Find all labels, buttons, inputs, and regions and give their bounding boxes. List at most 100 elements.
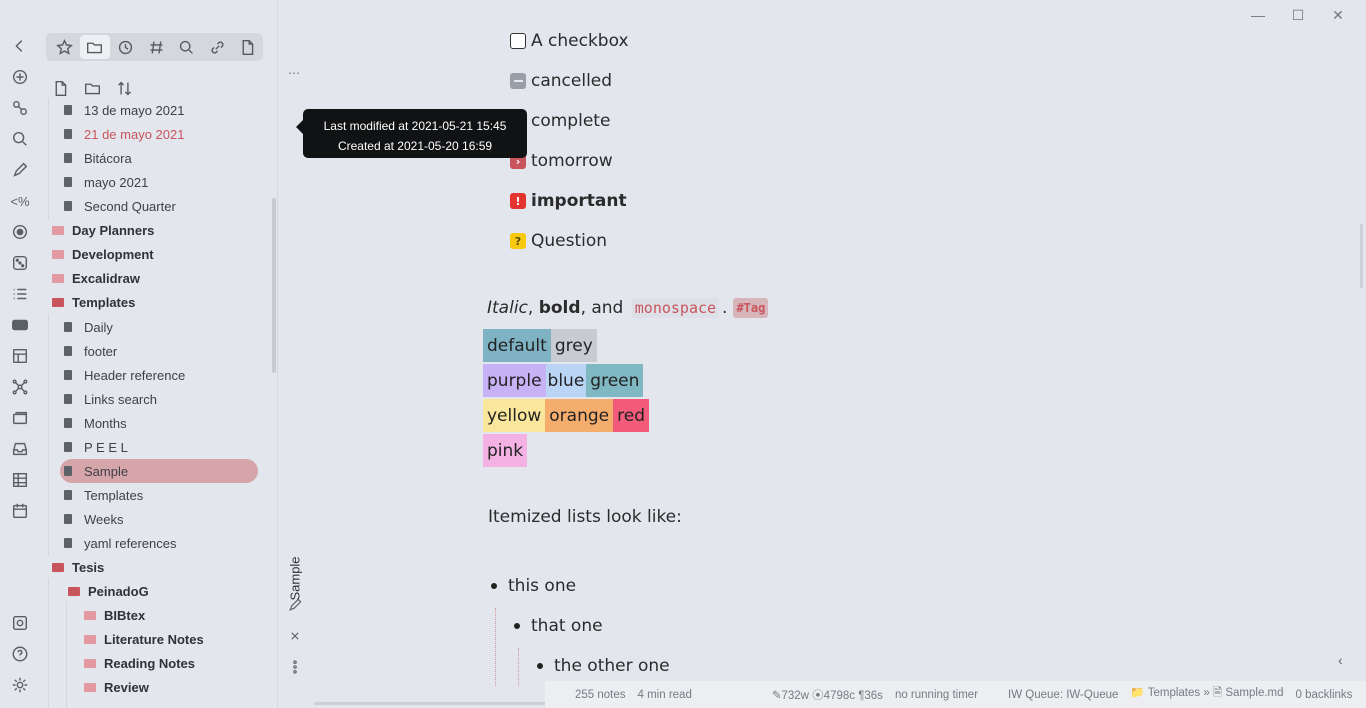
cards-icon[interactable] [10, 408, 30, 428]
task-item: ? Question [510, 229, 607, 253]
settings-icon[interactable] [10, 675, 30, 695]
highlight-green: green [586, 364, 644, 397]
file-icon [64, 346, 72, 356]
tree-item-folder[interactable]: BIBtex [84, 603, 145, 627]
tree-item-file[interactable]: Months [64, 411, 127, 435]
tree-item-folder[interactable]: Review [84, 675, 149, 699]
edit-icon[interactable] [286, 596, 304, 614]
highlight-pink: pink [483, 434, 528, 467]
close-button[interactable]: ✕ [1318, 4, 1358, 26]
tree-item-file[interactable]: P E E L [64, 435, 128, 459]
tags-tab-icon[interactable] [141, 35, 172, 59]
outline-tab-icon[interactable] [232, 35, 263, 59]
links-tab-icon[interactable] [202, 35, 233, 59]
template-icon[interactable]: <% [10, 191, 30, 211]
table-icon[interactable] [10, 470, 30, 490]
indent-guide [495, 608, 496, 686]
files-tab-icon[interactable] [79, 35, 111, 59]
tree-item-file[interactable]: Header reference [64, 363, 185, 387]
tree-item-folder[interactable]: PeinadoG [68, 579, 149, 603]
bold-text: bold [538, 298, 581, 318]
recent-tab-icon[interactable] [110, 35, 141, 59]
tree-item-file[interactable]: Daily [64, 315, 113, 339]
inbox-icon[interactable] [10, 439, 30, 459]
tree-item-file[interactable]: footer [64, 339, 117, 363]
tree-item-file-selected[interactable]: Sample [60, 459, 258, 483]
tree-item-folder[interactable]: Day Planners [52, 218, 154, 242]
folder-open-icon [52, 562, 64, 572]
sidebar-tab-bar [46, 33, 263, 61]
tag-link[interactable]: #Tag [733, 298, 769, 318]
status-breadcrumb[interactable]: 📁 Templates » 🗎 Sample.md [1130, 685, 1283, 704]
new-note-icon[interactable] [10, 67, 30, 87]
kanban-icon[interactable] [10, 346, 30, 366]
tree-item-file[interactable]: Bitácora [64, 146, 132, 170]
tree-item-folder[interactable]: Reading Notes [84, 651, 195, 675]
sidebar-scrollbar[interactable] [272, 198, 276, 373]
tree-item-folder[interactable]: Tesis [52, 555, 104, 579]
content-scrollbar[interactable] [1360, 224, 1363, 288]
status-backlinks[interactable]: 0 backlinks [1296, 689, 1353, 701]
tree-item-folder[interactable]: Excalidraw [52, 266, 140, 290]
dice-icon[interactable] [10, 253, 30, 273]
help-icon[interactable] [10, 644, 30, 664]
folder-icon [52, 225, 64, 235]
vault-icon[interactable] [10, 613, 30, 633]
new-file-icon[interactable] [50, 78, 70, 98]
file-icon [64, 177, 72, 187]
file-actions [50, 78, 134, 98]
highlight-yellow: yellow [483, 399, 546, 432]
tree-item-folder[interactable]: Templates [52, 290, 135, 314]
file-icon [64, 129, 72, 139]
sort-icon[interactable] [114, 78, 134, 98]
more-options-icon[interactable] [286, 658, 304, 676]
minimize-button[interactable]: — [1238, 4, 1278, 26]
expand-right-sidebar-icon[interactable]: ‹ [1338, 652, 1343, 668]
window-controls: — ☐ ✕ [1238, 4, 1358, 26]
horizontal-scrollbar[interactable] [314, 702, 554, 705]
folder-open-icon [52, 297, 64, 307]
folder-icon [52, 273, 64, 283]
checkbox-question-icon[interactable]: ? [510, 233, 526, 249]
graph-link-icon[interactable] [10, 98, 30, 118]
tree-item-file[interactable]: mayo 2021 [64, 170, 148, 194]
file-icon [64, 538, 72, 548]
highlight-blue: blue [545, 364, 587, 397]
tree-item-folder[interactable]: Literature Notes [84, 627, 204, 651]
search-icon[interactable] [10, 129, 30, 149]
tree-item-file[interactable]: 13 de mayo 2021 [64, 98, 184, 122]
search-tab-icon[interactable] [171, 35, 202, 59]
collapse-icon[interactable] [10, 36, 30, 56]
tree-item-file[interactable]: Links search [64, 387, 157, 411]
record-icon[interactable] [10, 222, 30, 242]
status-iw-queue[interactable]: IW Queue: IW-Queue [1008, 689, 1118, 701]
tree-item-file[interactable]: Second Quarter [64, 194, 176, 218]
file-icon [64, 105, 72, 115]
new-folder-icon[interactable] [82, 78, 102, 98]
list-item: the other one [537, 656, 670, 676]
tree-item-file[interactable]: yaml references [64, 531, 176, 555]
tree-item-file[interactable]: 21 de mayo 2021 [64, 122, 184, 146]
highlight-row: pink [483, 434, 528, 467]
tree-item-file[interactable]: Templates [64, 483, 143, 507]
note-content: A checkbox cancelled ✓complete ›tomorrow… [312, 0, 1362, 708]
markdown-icon[interactable] [10, 315, 30, 335]
checkbox-empty-icon[interactable] [510, 33, 526, 49]
starred-tab-icon[interactable] [49, 35, 80, 59]
checkbox-cancelled-icon[interactable] [510, 73, 526, 89]
drag-handle-icon[interactable]: ⋯ [288, 66, 301, 80]
graph-icon[interactable] [10, 377, 30, 397]
tree-item-folder[interactable]: Development [52, 242, 154, 266]
tree-item-file[interactable]: Weeks [64, 507, 124, 531]
tooltip-modified: Last modified at 2021-05-21 15:45 [323, 119, 507, 133]
pencil-icon[interactable] [10, 160, 30, 180]
list-icon[interactable] [10, 284, 30, 304]
file-icon [64, 201, 72, 211]
calendar-icon[interactable] [10, 501, 30, 521]
folder-icon [84, 658, 96, 668]
maximize-button[interactable]: ☐ [1278, 4, 1318, 26]
checkbox-important-icon[interactable]: ! [510, 193, 526, 209]
file-icon [64, 514, 72, 524]
close-tab-icon[interactable] [286, 627, 304, 645]
status-timer[interactable]: no running timer [895, 689, 978, 701]
